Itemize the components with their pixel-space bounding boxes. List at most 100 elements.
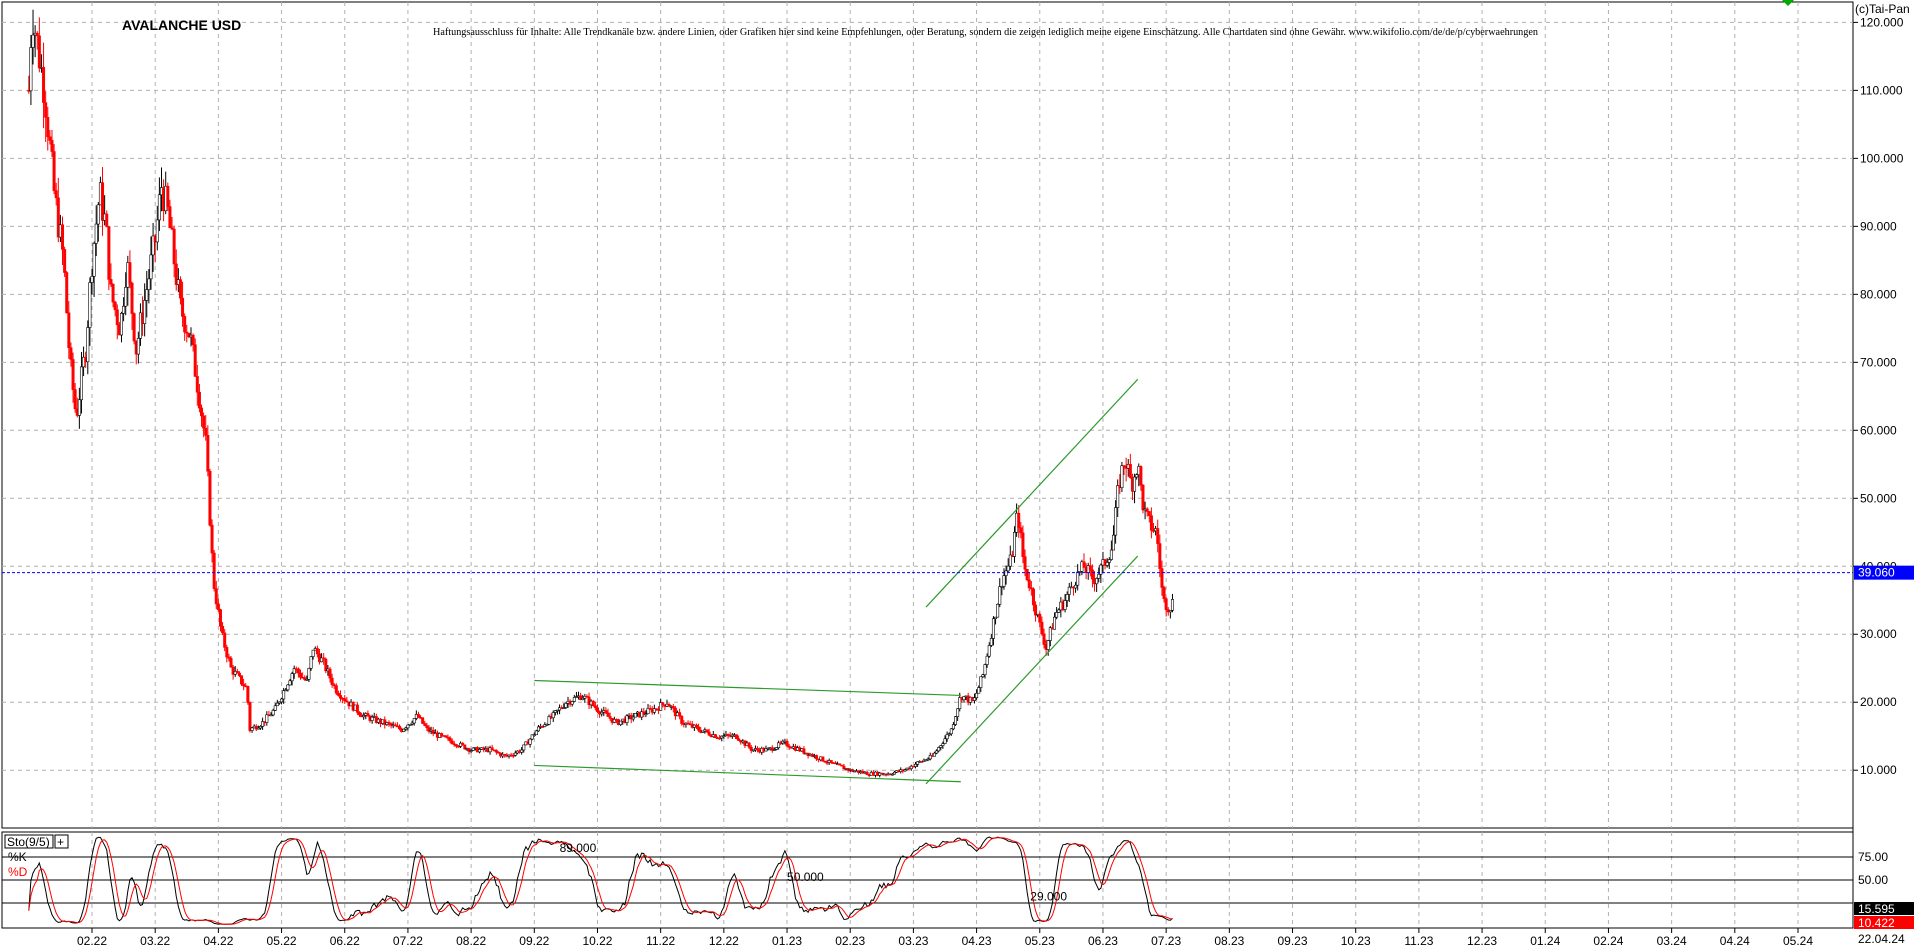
candle-body <box>136 338 140 355</box>
stock-chart: 120.000 110.000 100.000 90.000 80.000 70.000 6… <box>1 0 1914 948</box>
candle-body <box>949 728 953 735</box>
candle-body <box>330 677 334 686</box>
candle-body <box>551 712 555 719</box>
candle-body <box>1038 613 1042 623</box>
candle-body <box>619 720 623 725</box>
candle-body <box>1095 578 1099 585</box>
candle-body <box>1128 464 1132 478</box>
x-tick-label: 04.23 <box>962 934 992 948</box>
candle-body <box>42 67 46 103</box>
candle-body <box>678 712 682 717</box>
k-value-label: 15.595 <box>1858 902 1895 916</box>
candle-body <box>248 702 252 731</box>
y-tick-label: 50.000 <box>1860 491 1897 505</box>
candle-body <box>181 297 185 317</box>
candle-body <box>299 672 303 678</box>
candle-body <box>593 705 597 709</box>
candle-body <box>416 714 420 718</box>
candle-body <box>1160 568 1164 588</box>
candle-body <box>90 275 94 283</box>
candle-body <box>513 752 517 756</box>
candle-body <box>193 344 197 377</box>
x-tick-label: 06.23 <box>1088 934 1118 948</box>
candle-body <box>357 712 361 716</box>
x-tick-label: 10.23 <box>1341 934 1371 948</box>
candle-body <box>48 136 52 141</box>
candle-body <box>977 687 981 694</box>
candle-body <box>998 586 1002 605</box>
candle-body <box>734 734 738 739</box>
candle-body <box>425 725 429 728</box>
chart-title: AVALANCHE USD <box>122 17 241 33</box>
candle-body <box>1055 612 1059 618</box>
candle-body <box>73 389 77 410</box>
candle-body <box>216 603 220 610</box>
osc-annotation: 50.000 <box>787 870 824 884</box>
candle-body <box>1149 515 1153 531</box>
candle-body <box>1162 587 1166 600</box>
x-tick-label: 01.24 <box>1530 934 1560 948</box>
candle-body <box>124 286 128 307</box>
candle-body <box>50 140 54 152</box>
last-date-label: 22.04.24 <box>1858 932 1905 946</box>
y-tick-label: 10.000 <box>1860 763 1897 777</box>
candle-body <box>935 750 939 754</box>
candle-body <box>865 771 869 775</box>
candle-body <box>802 748 806 754</box>
candle-body <box>941 743 945 746</box>
y-tick-label: 110.000 <box>1860 83 1903 97</box>
candle-body <box>1114 507 1118 536</box>
candle-body <box>280 698 284 703</box>
x-tick-label: 07.22 <box>393 934 423 948</box>
candle-body <box>398 725 402 730</box>
x-tick-label: 11.23 <box>1404 934 1433 948</box>
candle-body <box>119 313 123 336</box>
y-tick-label: 30.000 <box>1860 627 1897 641</box>
candle-body <box>113 301 117 311</box>
y-tick-label: 80.000 <box>1860 287 1897 301</box>
candle-body <box>61 224 65 250</box>
x-axis-ticks: 02.22 03.22 04.22 05.22 06.22 07.22 08.22 09.22… <box>77 928 1813 948</box>
candle-body <box>63 249 67 273</box>
candle-body <box>31 34 35 48</box>
candle-body <box>440 733 444 736</box>
candle-body <box>69 347 73 360</box>
candle-body <box>35 32 39 37</box>
candle-body <box>183 316 187 333</box>
x-tick-label: 08.23 <box>1214 934 1244 948</box>
candle-body <box>1048 627 1052 641</box>
x-tick-label: 03.22 <box>140 934 170 948</box>
candle-body <box>223 632 227 648</box>
x-tick-label: 12.22 <box>709 934 739 948</box>
candle-body <box>975 692 979 699</box>
candle-body <box>208 470 212 526</box>
candle-body <box>591 700 595 707</box>
candle-body <box>115 309 119 326</box>
candle-body <box>1021 532 1025 557</box>
candle-body <box>1111 534 1115 551</box>
candle-body <box>334 685 338 694</box>
candle-body <box>625 715 629 723</box>
x-tick-label: 03.23 <box>898 934 928 948</box>
candle-body <box>286 684 290 691</box>
candle-body <box>132 313 136 342</box>
current-price-tag: 39.060 <box>1854 565 1914 580</box>
candle-body <box>633 713 637 718</box>
x-tick-label: 05.24 <box>1783 934 1813 948</box>
candle-body <box>149 254 153 280</box>
candle-body <box>985 655 989 665</box>
x-tick-label: 07.23 <box>1151 934 1181 948</box>
candle-body <box>122 305 126 314</box>
candle-body <box>1040 621 1044 635</box>
candle-body <box>697 726 701 731</box>
candle-body <box>815 755 819 760</box>
candle-body <box>225 647 229 658</box>
candle-body <box>570 701 574 705</box>
candle-body <box>1097 573 1101 579</box>
candle-body <box>707 731 711 736</box>
candle-body <box>44 102 48 118</box>
legend-d: %D <box>8 865 28 879</box>
candle-body <box>1082 561 1086 568</box>
candle-body <box>932 752 936 757</box>
candle-body <box>191 334 195 345</box>
